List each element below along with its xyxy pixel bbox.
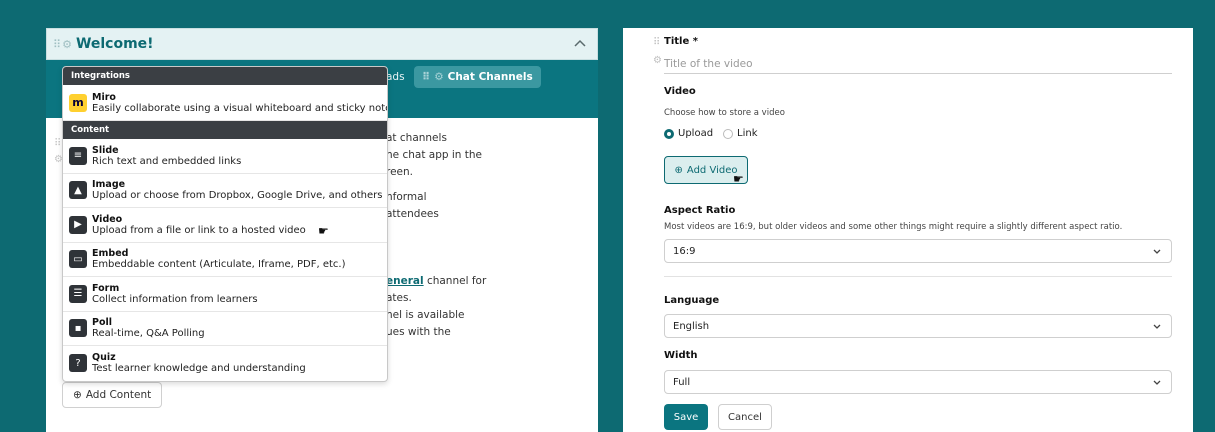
- tab-partial[interactable]: ads: [386, 71, 405, 83]
- width-value: Full: [673, 376, 691, 388]
- language-value: English: [673, 320, 710, 332]
- video-storage-radios: Upload Link: [664, 128, 758, 139]
- menu-item-miro[interactable]: m Miro Easily collaborate using a visual…: [63, 85, 387, 121]
- menu-item-name: Quiz: [92, 352, 116, 364]
- plus-circle-icon: ⊕: [674, 164, 683, 176]
- module-title: Welcome!: [75, 36, 154, 52]
- link-radio-label[interactable]: Link: [737, 128, 757, 139]
- body-text: ates.: [386, 292, 412, 304]
- title-label: Title *: [664, 36, 698, 47]
- form-icon: ☰: [69, 284, 87, 303]
- add-content-menu: Integrations m Miro Easily collaborate u…: [62, 66, 388, 382]
- menu-item-name: Miro: [92, 91, 116, 103]
- menu-section-content: Content: [63, 121, 387, 139]
- add-video-label: Add Video: [686, 164, 738, 176]
- menu-item-slide[interactable]: ≡ Slide Rich text and embedded links: [63, 139, 387, 174]
- menu-item-name: Slide: [92, 144, 119, 156]
- video-form-panel: ⠿ ⚙ Title * Title of the video Video Cho…: [623, 28, 1193, 432]
- chevron-down-icon: [1153, 324, 1161, 329]
- save-button[interactable]: Save: [664, 404, 708, 430]
- video-label: Video: [664, 86, 696, 97]
- aspect-ratio-value: 16:9: [673, 245, 696, 257]
- slide-icon: ≡: [69, 146, 87, 165]
- menu-item-name: Embed: [92, 248, 129, 260]
- embed-icon: ▭: [69, 250, 87, 269]
- menu-item-name: Video: [92, 213, 123, 225]
- menu-item-quiz[interactable]: ? Quiz Test learner knowledge and unders…: [63, 346, 387, 381]
- tab-label: Chat Channels: [447, 71, 533, 83]
- menu-item-desc: Easily collaborate using a visual whiteb…: [92, 102, 388, 114]
- drag-handle-icon[interactable]: ⠿: [53, 38, 61, 51]
- upload-radio[interactable]: [664, 128, 674, 139]
- body-text: channel for: [426, 275, 487, 287]
- poll-icon: ▪: [69, 319, 87, 338]
- gear-icon: ⚙: [434, 71, 444, 83]
- body-text-with-link: eneral channel for: [386, 275, 486, 287]
- menu-item-form[interactable]: ☰ Form Collect information from learners: [63, 277, 387, 312]
- cancel-button[interactable]: Cancel: [718, 404, 772, 430]
- language-select[interactable]: English: [664, 314, 1172, 338]
- plus-circle-icon: ⊕: [73, 389, 82, 401]
- menu-section-integrations: Integrations: [63, 67, 387, 85]
- menu-item-video[interactable]: ▶ Video Upload from a file or link to a …: [63, 208, 387, 243]
- menu-item-embed[interactable]: ▭ Embed Embeddable content (Articulate, …: [63, 243, 387, 277]
- language-label: Language: [664, 295, 720, 306]
- quiz-icon: ?: [69, 354, 87, 373]
- menu-item-poll[interactable]: ▪ Poll Real-time, Q&A Polling: [63, 312, 387, 346]
- body-text: he chat app in the: [386, 149, 483, 161]
- add-content-button[interactable]: ⊕ Add Content: [62, 382, 163, 408]
- section-divider: [664, 276, 1172, 277]
- title-placeholder: Title of the video: [664, 57, 753, 70]
- module-header[interactable]: ⠿ ⚙ Welcome!: [46, 28, 598, 60]
- miro-icon: m: [69, 93, 87, 112]
- hand-cursor-icon: ☛: [733, 172, 744, 186]
- aspect-ratio-help: Most videos are 16:9, but older videos a…: [664, 222, 1123, 232]
- hand-cursor-icon: ☛: [318, 224, 329, 238]
- title-input[interactable]: Title of the video: [664, 54, 1172, 74]
- body-text: ues with the: [386, 326, 451, 338]
- menu-item-image[interactable]: ▲ Image Upload or choose from Dropbox, G…: [63, 174, 387, 208]
- drag-handle-icon[interactable]: ⠿: [653, 37, 660, 48]
- width-label: Width: [664, 350, 698, 361]
- menu-item-name: Image: [92, 179, 126, 191]
- body-text: nformal: [386, 191, 427, 203]
- video-icon: ▶: [69, 215, 87, 234]
- tab-chat-channels[interactable]: ⠿ ⚙ Chat Channels: [414, 66, 541, 88]
- image-icon: ▲: [69, 181, 87, 200]
- upload-radio-label[interactable]: Upload: [678, 128, 713, 139]
- menu-item-desc: Real-time, Q&A Polling: [92, 328, 205, 340]
- aspect-ratio-label: Aspect Ratio: [664, 205, 736, 216]
- body-text: nel is available: [386, 309, 465, 321]
- add-content-label: Add Content: [85, 389, 152, 401]
- chevron-up-icon[interactable]: [573, 36, 587, 50]
- body-text: attendees: [386, 208, 439, 220]
- general-channel-link[interactable]: eneral: [386, 275, 424, 287]
- gear-icon[interactable]: ⚙: [653, 55, 662, 66]
- gear-icon[interactable]: ⚙: [62, 38, 72, 51]
- chevron-down-icon: [1153, 380, 1161, 385]
- menu-item-desc: Embeddable content (Articulate, Iframe, …: [92, 259, 346, 271]
- aspect-ratio-select[interactable]: 16:9: [664, 239, 1172, 263]
- body-text: reen.: [386, 166, 413, 178]
- menu-item-name: Poll: [92, 317, 113, 329]
- menu-item-desc: Rich text and embedded links: [92, 155, 242, 167]
- menu-item-desc: Collect information from learners: [92, 293, 258, 305]
- width-select[interactable]: Full: [664, 370, 1172, 394]
- body-text: at channels: [386, 132, 447, 144]
- video-help-text: Choose how to store a video: [664, 108, 785, 118]
- menu-item-desc: Upload or choose from Dropbox, Google Dr…: [92, 190, 383, 202]
- menu-item-desc: Upload from a file or link to a hosted v…: [92, 224, 306, 236]
- menu-item-desc: Test learner knowledge and understanding: [92, 363, 306, 375]
- chevron-down-icon: [1153, 249, 1161, 254]
- link-radio[interactable]: [723, 128, 734, 139]
- menu-item-name: Form: [92, 282, 120, 294]
- drag-handle-icon: ⠿: [422, 71, 431, 83]
